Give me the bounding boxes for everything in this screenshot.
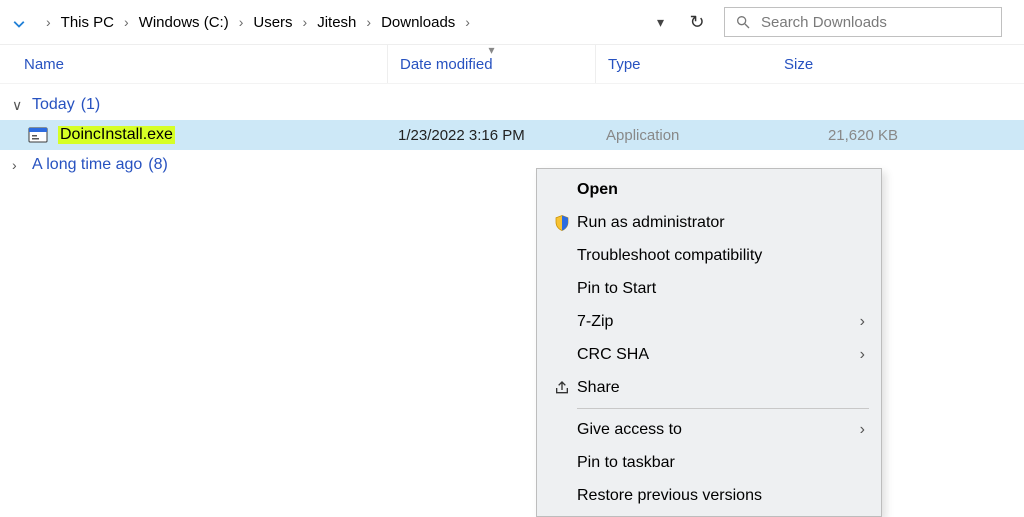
ctx-give-access-to[interactable]: Give access to › [539, 413, 879, 446]
ctx-run-as-admin[interactable]: Run as administrator [539, 206, 879, 239]
ctx-pin-to-taskbar[interactable]: Pin to taskbar [539, 446, 879, 479]
shield-icon [547, 214, 577, 232]
chevron-right-icon: › [860, 313, 865, 331]
ctx-restore-previous-versions[interactable]: Restore previous versions [539, 479, 879, 512]
chevron-right-icon: › [118, 14, 135, 30]
search-placeholder: Search Downloads [761, 14, 887, 31]
chevron-right-icon: › [297, 14, 314, 30]
group-today[interactable]: ∨ Today (1) [0, 90, 1024, 120]
sort-caret-icon: ▾ [488, 43, 494, 57]
context-menu: Open Run as administrator Troubleshoot c… [536, 168, 882, 517]
chevron-right-icon: › [233, 14, 250, 30]
file-row[interactable]: DoincInstall.exe 1/23/2022 3:16 PM Appli… [0, 120, 1024, 150]
file-list: ∨ Today (1) DoincInstall.exe 1/23/2022 3… [0, 84, 1024, 180]
ctx-share[interactable]: Share [539, 371, 879, 404]
chevron-right-icon: › [860, 421, 865, 439]
column-date-modified[interactable]: ▾Date modified [388, 45, 596, 83]
address-dropdown-icon[interactable]: ▾ [651, 14, 670, 31]
search-input[interactable]: Search Downloads [724, 7, 1002, 37]
group-label: Today [32, 96, 75, 114]
file-type: Application [606, 127, 782, 144]
breadcrumb-segment[interactable]: Downloads [377, 14, 459, 31]
chevron-right-icon: › [360, 14, 377, 30]
group-count: (1) [81, 96, 101, 114]
share-icon [547, 380, 577, 396]
group-count: (8) [148, 156, 168, 174]
file-name: DoincInstall.exe [58, 126, 398, 144]
menu-separator [577, 408, 869, 409]
ctx-7zip[interactable]: 7-Zip › [539, 305, 879, 338]
refresh-icon[interactable]: ↻ [680, 12, 714, 33]
ctx-pin-to-start[interactable]: Pin to Start [539, 272, 879, 305]
ctx-open[interactable]: Open [539, 173, 879, 206]
group-label: A long time ago [32, 156, 142, 174]
ctx-crc-sha[interactable]: CRC SHA › [539, 338, 879, 371]
chevron-right-icon: › [12, 157, 26, 173]
chevron-right-icon: › [860, 346, 865, 364]
download-arrow-icon [8, 11, 30, 33]
ctx-troubleshoot[interactable]: Troubleshoot compatibility [539, 239, 879, 272]
exe-file-icon [28, 125, 48, 145]
breadcrumb-segment[interactable]: Jitesh [313, 14, 360, 31]
file-size: 21,620 KB [782, 127, 898, 144]
chevron-right-icon: › [40, 14, 57, 30]
breadcrumb[interactable]: › This PC › Windows (C:) › Users › Jites… [40, 14, 641, 31]
breadcrumb-segment[interactable]: Windows (C:) [135, 14, 233, 31]
column-type[interactable]: Type [596, 45, 772, 83]
search-icon [735, 14, 751, 30]
breadcrumb-segment[interactable]: This PC [57, 14, 118, 31]
file-date: 1/23/2022 3:16 PM [398, 127, 606, 144]
breadcrumb-segment[interactable]: Users [249, 14, 296, 31]
column-size[interactable]: Size [772, 45, 888, 83]
column-headers: Name ▾Date modified Type Size [0, 44, 1024, 84]
chevron-down-icon: ∨ [12, 97, 26, 114]
chevron-right-icon: › [459, 14, 476, 30]
column-name[interactable]: Name [0, 45, 388, 83]
